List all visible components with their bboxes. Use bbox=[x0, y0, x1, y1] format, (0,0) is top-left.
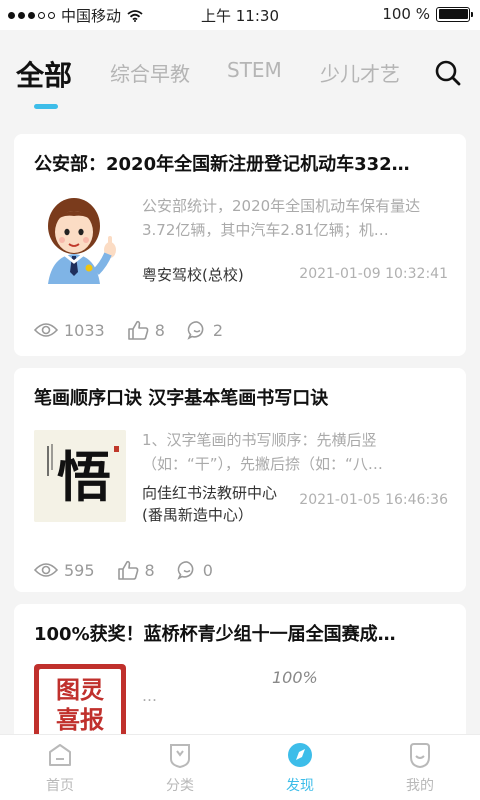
comment-count-value: 0 bbox=[202, 560, 213, 580]
like-count[interactable]: 8 bbox=[127, 320, 165, 340]
tab-stem[interactable]: STEM bbox=[227, 58, 282, 82]
article-date: 2021-01-05 16:46:36 bbox=[299, 492, 448, 508]
search-icon bbox=[435, 60, 461, 86]
battery-icon bbox=[436, 6, 473, 22]
article-feed: 公安部：2020年全国新注册登记机动车332… 公安部统计，2020年全国机动车… bbox=[14, 134, 466, 734]
discover-icon bbox=[288, 743, 312, 767]
article-summary: … bbox=[142, 687, 157, 705]
comment-icon bbox=[187, 321, 204, 340]
battery-percent: 100 % bbox=[382, 5, 430, 23]
article-thumbnail-calligraphy: 悟 bbox=[34, 430, 126, 522]
comment-count[interactable]: 2 bbox=[187, 320, 223, 340]
comment-count[interactable]: 0 bbox=[177, 560, 213, 580]
active-tab-indicator bbox=[34, 104, 58, 109]
article-title: 笔画顺序口诀 汉字基本笔画书写口诀 bbox=[34, 388, 329, 409]
eye-icon bbox=[34, 563, 58, 577]
status-bar: 中国移动 上午 11:30 100 % bbox=[0, 0, 480, 30]
article-author[interactable]: 向佳红书法教研中心(番禺新造中心） bbox=[142, 482, 284, 526]
poster-title: 图灵 bbox=[56, 676, 104, 704]
tab-all[interactable]: 全部 bbox=[16, 54, 72, 94]
poster-subtitle: 喜报 bbox=[56, 706, 104, 734]
nav-category[interactable]: 分类 bbox=[120, 741, 240, 795]
article-stats: 595 8 0 bbox=[34, 560, 229, 580]
like-count[interactable]: 8 bbox=[117, 560, 155, 580]
article-thumbnail-turing-poster: 图灵 喜报 bbox=[34, 664, 126, 734]
view-count-value: 1033 bbox=[64, 320, 105, 340]
article-author[interactable]: 粤安驾校(总校) bbox=[142, 264, 284, 286]
article-summary: 公安部统计，2020年全国机动车保有量达3.72亿辆，其中汽车2.81亿辆；机… bbox=[142, 197, 421, 239]
article-title: 公安部：2020年全国新注册登记机动车332… bbox=[34, 154, 410, 175]
search-button[interactable] bbox=[434, 58, 462, 88]
article-stats: 1033 8 2 bbox=[34, 320, 239, 340]
home-icon bbox=[49, 744, 71, 766]
bottom-navigation: 首页 分类 发现 我的 bbox=[0, 734, 480, 800]
article-summary: 1、汉字笔画的书写顺序：先横后竖（如：“干”），先撇后捺（如：“八… bbox=[142, 431, 383, 473]
profile-icon bbox=[410, 743, 430, 769]
comment-count-value: 2 bbox=[212, 320, 224, 340]
nav-discover-label: 发现 bbox=[286, 778, 314, 794]
article-card[interactable]: 100%获奖！蓝桥杯青少组十一届全国赛成… 图灵 喜报 100% … bbox=[14, 604, 466, 734]
thumbs-up-icon bbox=[127, 320, 149, 340]
nav-profile-label: 我的 bbox=[406, 778, 434, 794]
view-count: 595 bbox=[34, 561, 95, 580]
tab-kids-arts[interactable]: 少儿才艺 bbox=[320, 58, 400, 87]
article-title: 100%获奖！蓝桥杯青少组十一届全国赛成… bbox=[34, 624, 396, 645]
nav-discover[interactable]: 发现 bbox=[240, 741, 360, 795]
calligraphy-character: 悟 bbox=[57, 445, 111, 509]
nav-profile[interactable]: 我的 bbox=[360, 741, 480, 795]
category-icon bbox=[170, 744, 190, 769]
article-card[interactable]: 公安部：2020年全国新注册登记机动车332… 公安部统计，2020年全国机动车… bbox=[14, 134, 466, 356]
nav-category-label: 分类 bbox=[166, 778, 194, 794]
category-tab-bar: 全部 综合早教 STEM 少儿才艺 bbox=[0, 30, 480, 120]
view-count: 1033 bbox=[34, 321, 105, 340]
like-count-value: 8 bbox=[154, 320, 165, 340]
comment-icon bbox=[177, 561, 194, 580]
nav-home-label: 首页 bbox=[46, 778, 74, 794]
article-card[interactable]: 笔画顺序口诀 汉字基本笔画书写口诀 悟 1、汉字笔画的书写顺序：先横后竖（如：“… bbox=[14, 368, 466, 592]
article-thumbnail-police-cartoon bbox=[34, 192, 126, 284]
tab-early-education[interactable]: 综合早教 bbox=[110, 58, 190, 87]
eye-icon bbox=[34, 323, 58, 337]
view-count-value: 595 bbox=[64, 560, 95, 580]
nav-home[interactable]: 首页 bbox=[0, 741, 120, 795]
article-date: 2021-01-09 10:32:41 bbox=[299, 266, 448, 282]
thumbs-up-icon bbox=[117, 560, 138, 580]
like-count-value: 8 bbox=[144, 560, 155, 580]
